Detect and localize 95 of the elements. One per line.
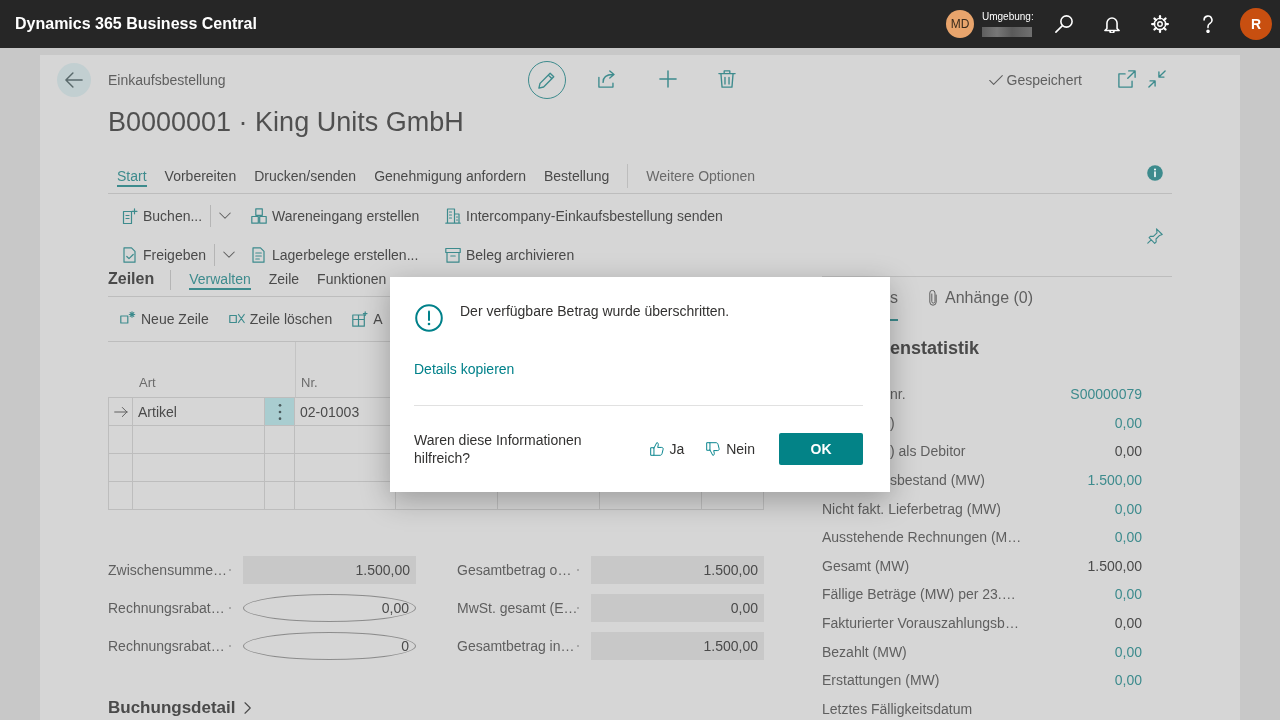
building-icon: [445, 208, 461, 224]
user-avatar[interactable]: MD: [946, 10, 974, 38]
save-status: Gespeichert: [1006, 72, 1082, 88]
field-label: MwSt. gesamt (E…: [457, 600, 577, 616]
column-header[interactable]: Art: [139, 375, 156, 390]
plus-icon[interactable]: [659, 69, 677, 88]
section-title[interactable]: Buchungsdetail: [108, 697, 236, 719]
row-menu-button[interactable]: [265, 398, 295, 426]
pencil-icon: [538, 71, 556, 89]
bell-icon[interactable]: [1103, 15, 1121, 33]
document-plus-icon: [122, 208, 138, 224]
add-row-icon: [120, 311, 136, 327]
lines-tab[interactable]: Zeile: [268, 270, 300, 290]
dots-icon: [277, 403, 282, 420]
field-label: Gesamtbetrag in…: [457, 638, 576, 654]
environment-label: Umgebung:: [982, 11, 1032, 23]
yes-button[interactable]: Ja: [650, 441, 685, 457]
field-value: 0,00: [1114, 615, 1142, 632]
table-cell: [265, 482, 295, 510]
pin-icon[interactable]: [1147, 227, 1163, 244]
breadcrumb: Einkaufsbestellung: [108, 72, 226, 88]
field-label: Ausstehende Rechnungen (M…: [822, 529, 1022, 546]
field-value: 1.500,00: [1087, 557, 1142, 574]
action-button[interactable]: Wareneingang erstellen: [247, 200, 424, 232]
ok-button[interactable]: OK: [779, 433, 863, 465]
app-title[interactable]: Dynamics 365 Business Central: [15, 15, 257, 33]
exclamation-icon: [415, 304, 443, 332]
field-label: Gesamt (MW): [822, 557, 910, 574]
field-label: ): [890, 414, 895, 431]
field-label: Nicht fakt. Lieferbetrag (MW): [822, 500, 1001, 517]
action-button[interactable]: Freigeben: [118, 239, 211, 271]
action-button[interactable]: Lagerbelege erstellen...: [247, 239, 423, 271]
field-label: Zwischensumme…: [108, 562, 229, 578]
back-button[interactable]: [57, 63, 91, 97]
section-title: enstatistik: [890, 337, 980, 359]
menu-tab[interactable]: Drucken/senden: [254, 162, 357, 187]
field-label: Rechnungsrabat…: [108, 600, 226, 616]
chevron-right-icon[interactable]: [241, 702, 254, 714]
thumbs-up-icon: [650, 442, 665, 456]
field-label: Gesamtbetrag o…: [457, 562, 573, 578]
no-button[interactable]: Nein: [706, 441, 755, 457]
thumbs-down-icon: [706, 442, 721, 456]
more-options-tab[interactable]: Weitere Optionen: [646, 162, 755, 187]
field-label: ) als Debitor: [890, 443, 966, 460]
field-label: Erstattungen (MW): [822, 672, 940, 689]
lines-tab[interactable]: Funktionen: [317, 270, 387, 290]
menu-tab[interactable]: Genehmigung anfordern: [374, 162, 526, 187]
share-icon[interactable]: [598, 69, 616, 88]
action-button[interactable]: A: [349, 303, 386, 335]
amount-field: 1.500,00: [591, 556, 764, 584]
trash-icon[interactable]: [718, 69, 736, 88]
info-icon[interactable]: [1147, 165, 1163, 181]
collapse-icon[interactable]: [1148, 69, 1166, 88]
boxes-icon: [251, 208, 267, 224]
amount-field: 1.500,00: [591, 632, 764, 660]
chevron-down-icon[interactable]: [219, 210, 232, 222]
field-label: sbestand (MW): [890, 472, 985, 489]
action-button[interactable]: Neue Zeile: [117, 303, 212, 335]
dialog-message: Der verfügbare Betrag wurde überschritten.: [460, 302, 730, 321]
search-icon[interactable]: [1055, 15, 1073, 33]
arrow-left-icon: [65, 71, 83, 89]
table-icon: [352, 311, 369, 327]
section-title: Zeilen: [108, 270, 155, 288]
feedback-question: Waren diese Informationen hilfreich?: [414, 431, 583, 467]
page-title: B0000001 · King Units GmbH: [108, 106, 464, 139]
table-cell: 02-01003: [300, 403, 360, 420]
popout-icon[interactable]: [1118, 69, 1136, 88]
field-label: nr.: [890, 386, 906, 403]
archive-icon: [445, 247, 461, 263]
account-avatar[interactable]: R: [1240, 8, 1272, 40]
document-check-icon: [122, 247, 138, 263]
paperclip-icon: [928, 290, 938, 306]
document-lines-icon: [251, 247, 267, 263]
copy-details-link[interactable]: Details kopieren: [414, 359, 515, 379]
action-button[interactable]: Beleg archivieren: [441, 239, 579, 271]
column-header[interactable]: Nr.: [301, 375, 318, 390]
menu-tab[interactable]: Bestellung: [543, 162, 610, 187]
action-button[interactable]: Buchen...: [118, 200, 207, 232]
amount-field: 0,00: [591, 594, 764, 622]
chevron-down-icon[interactable]: [223, 249, 236, 261]
masked-text-block: [982, 27, 1032, 37]
field-label: Rechnungsrabat…: [108, 638, 226, 654]
amount-field: 1.500,00: [243, 556, 416, 584]
field-label: Bezahlt (MW): [822, 643, 907, 660]
action-button[interactable]: Zeile löschen: [225, 303, 336, 335]
table-cell: Artikel: [138, 403, 177, 420]
settings-icon[interactable]: [1151, 15, 1169, 33]
action-button[interactable]: Intercompany-Einkaufsbestellung senden: [441, 200, 727, 232]
field-label: Fällige Beträge (MW) per 23.…: [822, 586, 1016, 603]
factbox-tab[interactable]: Anhänge (0): [928, 277, 1034, 321]
field-label: Letztes Fälligkeitsdatum: [822, 700, 973, 717]
field-value: 0,00: [1114, 443, 1142, 460]
field-label: Fakturierter Vorauszahlungsb…: [822, 615, 1019, 632]
menu-tab[interactable]: Vorbereiten: [164, 162, 237, 187]
check-icon: [988, 73, 1003, 87]
